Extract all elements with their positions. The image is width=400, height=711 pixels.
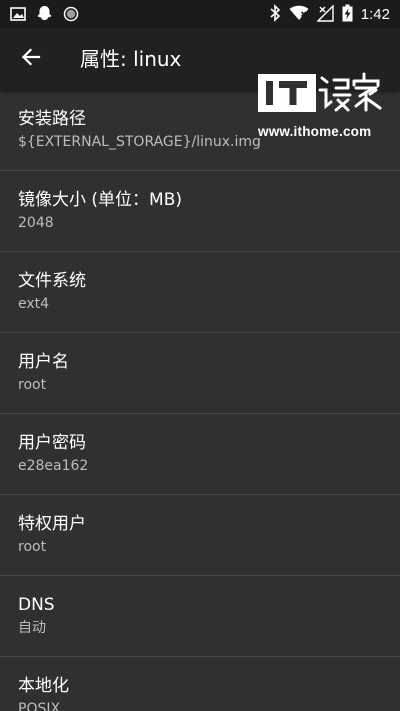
settings-list: 安装路径 ${EXTERNAL_STORAGE}/linux.img 镜像大小 …	[0, 90, 400, 711]
status-bar: 1:42	[0, 0, 400, 28]
status-right-icons: 1:42	[269, 3, 390, 26]
setting-label: 文件系统	[18, 271, 86, 291]
setting-value: ext4	[18, 296, 50, 312]
ithome-watermark: www.ithome.com	[256, 70, 384, 144]
setting-value: 2048	[18, 215, 54, 231]
setting-value: e28ea162	[18, 458, 89, 474]
setting-image-size[interactable]: 镜像大小 (单位：MB) 2048	[0, 171, 400, 252]
arrow-back-icon	[21, 47, 41, 71]
setting-value: 自动	[18, 620, 46, 636]
bluetooth-icon	[269, 4, 281, 26]
setting-label: 镜像大小 (单位：MB)	[18, 190, 182, 210]
setting-label: 用户密码	[18, 433, 86, 453]
page-title: 属性: linux	[80, 47, 182, 71]
setting-localization[interactable]: 本地化 POSIX	[0, 657, 400, 711]
battery-charging-icon	[342, 4, 353, 26]
setting-label: 用户名	[18, 352, 69, 372]
image-icon	[10, 6, 26, 26]
setting-value: root	[18, 539, 47, 555]
setting-username[interactable]: 用户名 root	[0, 333, 400, 414]
setting-value: POSIX	[18, 701, 61, 711]
wifi-icon	[289, 5, 309, 25]
setting-file-system[interactable]: 文件系统 ext4	[0, 252, 400, 333]
setting-label: DNS	[18, 595, 55, 615]
setting-label: 特权用户	[18, 514, 86, 534]
setting-value: root	[18, 377, 47, 393]
circle-icon	[63, 6, 79, 26]
setting-label: 安装路径	[18, 109, 86, 129]
setting-label: 本地化	[18, 676, 69, 696]
ithome-url: www.ithome.com	[258, 124, 372, 139]
status-time: 1:42	[360, 6, 390, 23]
signal-icon	[316, 3, 334, 26]
back-button[interactable]	[14, 43, 48, 75]
setting-dns[interactable]: DNS 自动	[0, 576, 400, 657]
setting-value: ${EXTERNAL_STORAGE}/linux.img	[18, 134, 261, 150]
ithome-logo	[258, 72, 382, 112]
setting-user-password[interactable]: 用户密码 e28ea162	[0, 414, 400, 495]
setting-privileged-user[interactable]: 特权用户 root	[0, 495, 400, 576]
status-left-icons	[10, 5, 79, 26]
ghost-icon	[36, 5, 53, 26]
